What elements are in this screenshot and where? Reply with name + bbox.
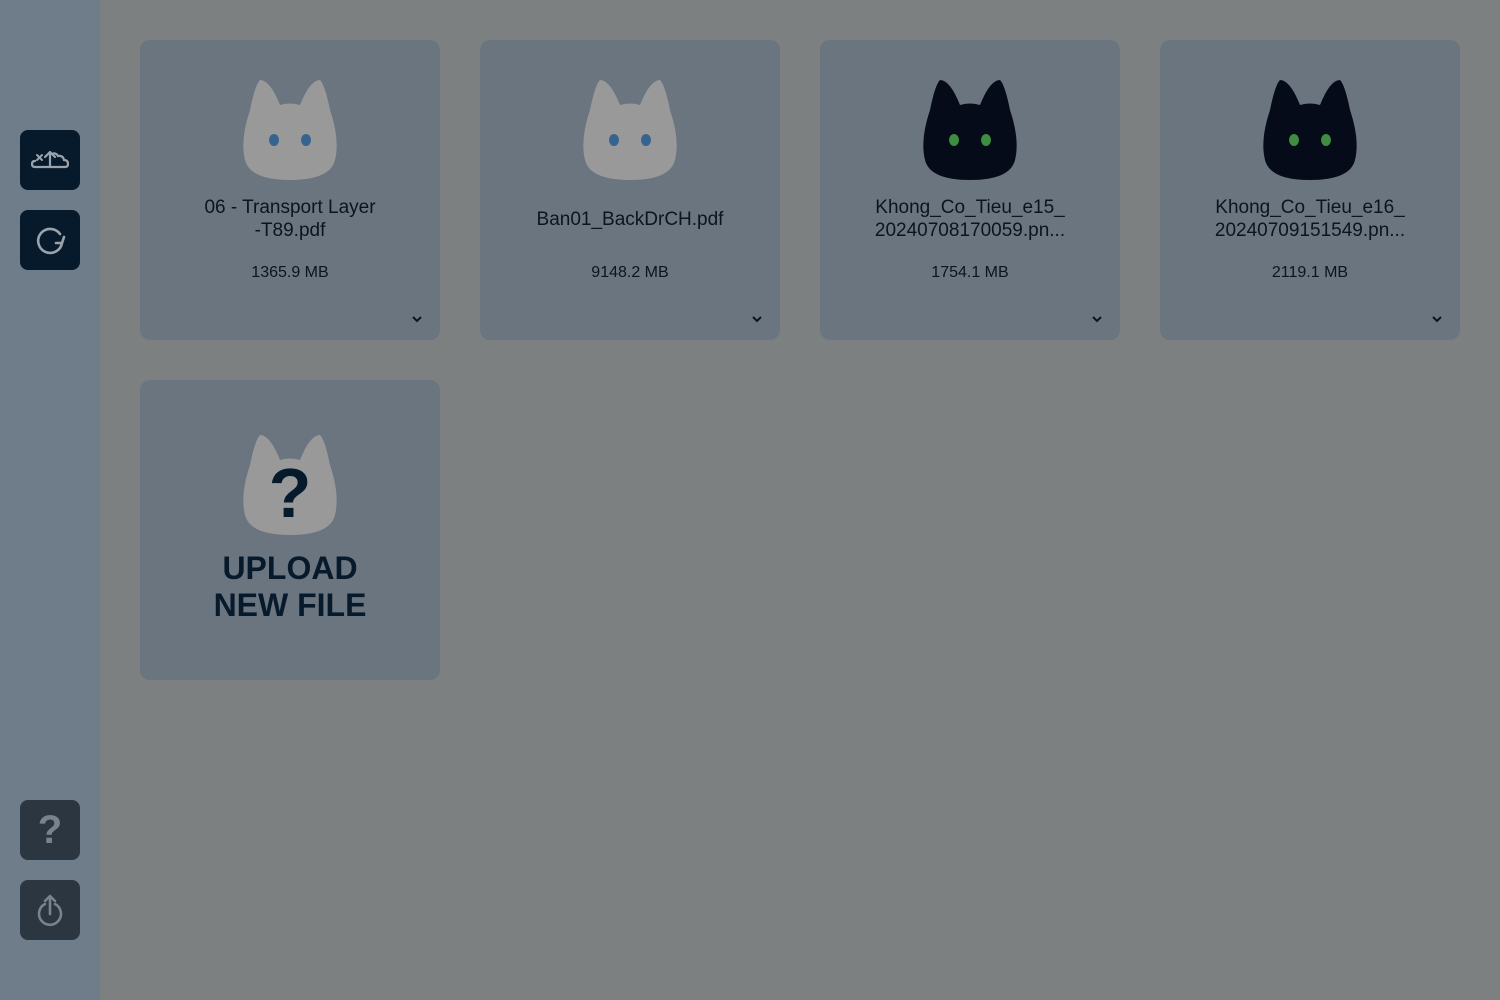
cat-outline-icon — [243, 80, 337, 180]
file-name: Khong_Co_Tieu_e16_ 20240709151549.pn... — [1214, 197, 1406, 241]
refresh-button[interactable] — [20, 210, 80, 270]
file-card[interactable]: 06 - Transport Layer -T89.pdf 1365.9 MB — [140, 40, 440, 340]
file-size: 9148.2 MB — [591, 264, 669, 281]
logout-button[interactable] — [20, 880, 80, 940]
upload-new-file-card[interactable]: ? UPLOAD NEW FILE — [140, 380, 440, 680]
cat-dark-icon — [1263, 80, 1357, 180]
refresh-icon — [36, 227, 66, 255]
upload-cloud-button[interactable] — [20, 130, 80, 190]
file-card[interactable]: Khong_Co_Tieu_e15_ 20240708170059.pn... … — [820, 40, 1120, 340]
file-size: 2119.1 MB — [1271, 264, 1349, 281]
file-card[interactable]: Ban01_BackDrCH.pdf 9148.2 MB — [480, 40, 780, 340]
cat-outline-icon — [583, 80, 677, 180]
sidebar: ? — [0, 0, 100, 1000]
help-button[interactable]: ? — [20, 800, 80, 860]
help-icon: ? — [37, 808, 63, 852]
file-name: Ban01_BackDrCH.pdf — [536, 208, 724, 230]
chevron-down-icon[interactable] — [410, 312, 424, 326]
question-mark: ? — [269, 454, 312, 532]
file-card[interactable]: Khong_Co_Tieu_e16_ 20240709151549.pn... … — [1160, 40, 1460, 340]
logout-icon — [37, 894, 63, 927]
chevron-down-icon[interactable] — [1090, 312, 1104, 326]
file-size: 1754.1 MB — [931, 264, 1009, 281]
cloud-upload-icon — [31, 150, 69, 169]
upload-label: UPLOAD NEW FILE — [213, 550, 367, 623]
chevron-down-icon[interactable] — [1430, 312, 1444, 326]
file-name: Khong_Co_Tieu_e15_ 20240708170059.pn... — [874, 197, 1066, 241]
file-name: 06 - Transport Layer -T89.pdf — [204, 197, 376, 241]
cat-dark-icon — [923, 80, 1017, 180]
cat-question-icon: ? — [243, 435, 337, 535]
file-size: 1365.9 MB — [251, 264, 329, 281]
chevron-down-icon[interactable] — [750, 312, 764, 326]
